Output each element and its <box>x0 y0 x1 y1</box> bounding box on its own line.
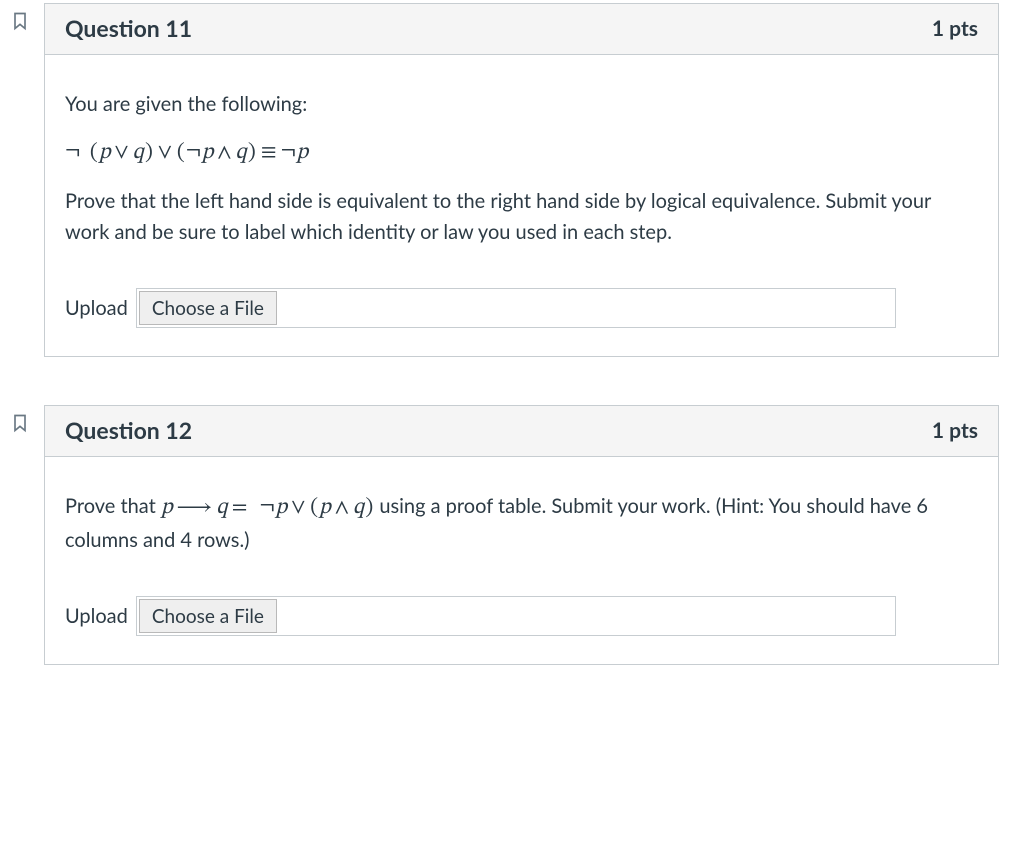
choose-file-button[interactable]: Choose a File <box>139 291 277 325</box>
question-points: 1 pts <box>932 418 978 443</box>
file-input[interactable]: Choose a File <box>136 288 896 328</box>
question-formula: ¬(p∨q)∨(¬p∧q)≡¬p <box>65 136 978 170</box>
file-name-display <box>277 291 893 325</box>
question-card: Question 12 1 pts Prove that p⟶q=¬p∨(p∧q… <box>44 405 999 665</box>
question-intro: You are given the following: <box>65 89 978 120</box>
question-formula-inline: p⟶q=¬p∨(p∧q) <box>161 497 374 519</box>
question-body: Prove that p⟶q=¬p∨(p∧q) using a proof ta… <box>45 457 998 664</box>
question-wrap: Question 11 1 pts You are given the foll… <box>14 3 999 357</box>
question-text: Prove that p⟶q=¬p∨(p∧q) using a proof ta… <box>65 491 978 556</box>
question-title: Question 11 <box>65 14 932 42</box>
question-instructions: Prove that the left hand side is equival… <box>65 186 978 248</box>
upload-label: Upload <box>65 601 128 632</box>
file-name-display <box>277 599 893 633</box>
question-body: You are given the following: ¬(p∨q)∨(¬p∧… <box>45 55 998 356</box>
question-header: Question 11 1 pts <box>45 4 998 55</box>
file-input[interactable]: Choose a File <box>136 596 896 636</box>
choose-file-button[interactable]: Choose a File <box>139 599 277 633</box>
question-title: Question 12 <box>65 416 932 444</box>
bookmark-icon <box>10 413 30 433</box>
question-header: Question 12 1 pts <box>45 406 998 457</box>
upload-label: Upload <box>65 293 128 324</box>
upload-row: Upload Choose a File <box>65 288 978 328</box>
upload-row: Upload Choose a File <box>65 596 978 636</box>
bookmark-icon <box>10 11 30 31</box>
question-card: Question 11 1 pts You are given the foll… <box>44 3 999 357</box>
question-body-pre: Prove that <box>65 494 161 518</box>
question-wrap: Question 12 1 pts Prove that p⟶q=¬p∨(p∧q… <box>14 405 999 665</box>
question-points: 1 pts <box>932 16 978 41</box>
